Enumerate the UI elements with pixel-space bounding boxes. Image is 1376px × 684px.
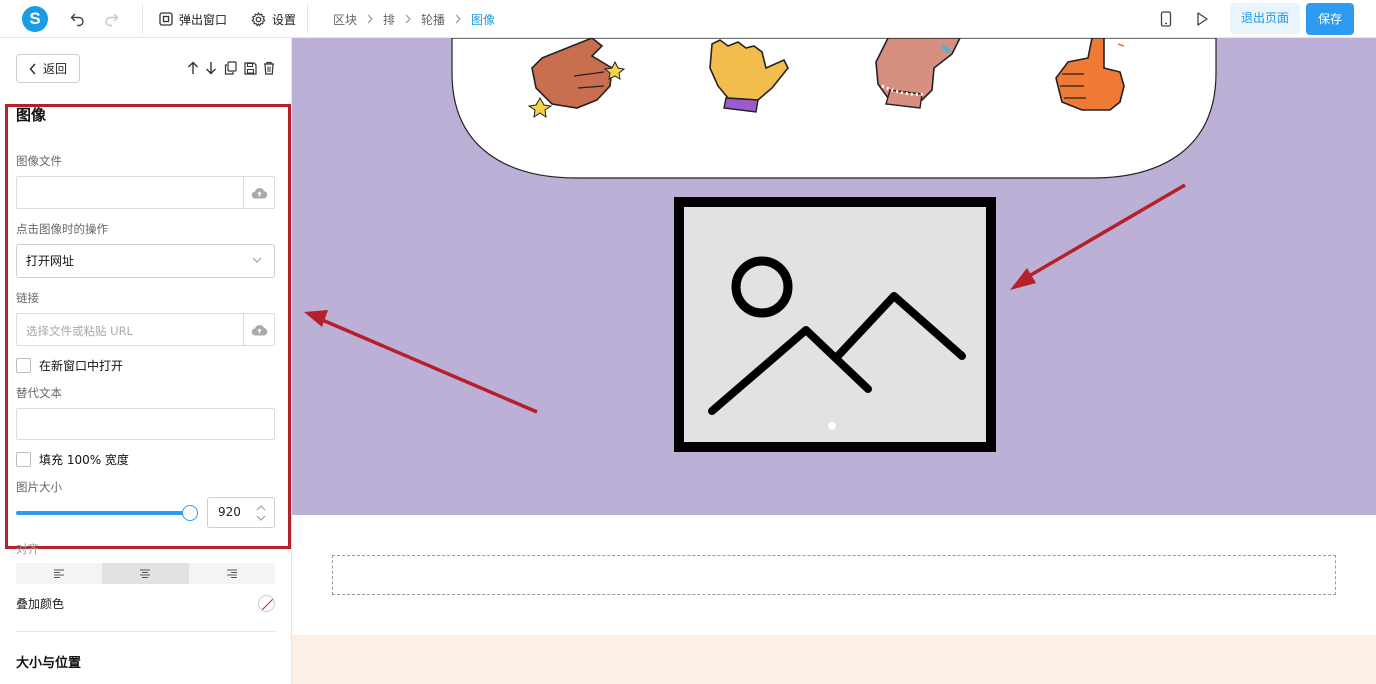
image-size-label: 图片大小 [16, 480, 62, 494]
chevron-down-icon [252, 257, 262, 263]
move-up-icon[interactable] [185, 60, 201, 76]
link-input[interactable]: 选择文件或粘贴 URL [16, 313, 275, 346]
exit-page-button[interactable]: 退出页面 [1230, 3, 1300, 34]
toolbar-divider [307, 4, 308, 34]
cloud-upload-icon[interactable] [243, 314, 274, 345]
back-button[interactable]: 返回 [16, 54, 80, 83]
new-window-checkbox[interactable] [16, 357, 31, 373]
gear-icon [251, 11, 266, 27]
fill-width-checkbox[interactable] [16, 451, 31, 467]
section-title-size-position: 大小与位置 [16, 656, 82, 671]
section-divider [16, 631, 275, 632]
chevron-right-icon [405, 14, 411, 24]
image-size-value: 920 [218, 505, 241, 519]
new-window-label: 在新窗口中打开 [39, 358, 124, 373]
next-section[interactable] [292, 635, 1376, 684]
popup-button[interactable]: 弹出窗口 [159, 9, 227, 29]
image-size-slider[interactable] [16, 511, 190, 515]
click-action-value: 打开网址 [26, 254, 75, 268]
stepper-arrows-icon[interactable] [255, 503, 267, 523]
align-right-button[interactable] [189, 563, 275, 584]
duplicate-icon[interactable] [222, 60, 238, 76]
carousel-dot-indicator [828, 422, 836, 430]
click-action-select[interactable]: 打开网址 [16, 244, 275, 278]
breadcrumb-item[interactable]: 排 [383, 11, 395, 28]
chevron-right-icon [367, 14, 373, 24]
new-window-option[interactable]: 在新窗口中打开 [16, 357, 123, 373]
popup-label: 弹出窗口 [179, 12, 228, 27]
alt-text-input[interactable] [16, 408, 275, 440]
cloud-upload-icon[interactable] [243, 177, 274, 208]
app-logo[interactable]: S [22, 6, 48, 32]
chevron-right-icon [455, 14, 461, 24]
fill-width-option[interactable]: 填充 100% 宽度 [16, 451, 129, 467]
alt-text-label: 替代文本 [16, 386, 62, 400]
chevron-left-icon [29, 62, 36, 75]
align-right-icon [226, 569, 237, 578]
image-size-input[interactable]: 920 [207, 497, 275, 528]
link-placeholder: 选择文件或粘贴 URL [26, 324, 133, 338]
section-title-image: 图像 [16, 106, 47, 124]
mobile-preview-icon[interactable] [1156, 9, 1176, 29]
breadcrumb: 区块 排 轮播 图像 [333, 11, 495, 27]
annotation-arrow-left [304, 310, 538, 414]
back-label: 返回 [42, 62, 67, 76]
carousel-section[interactable] [292, 38, 1376, 515]
undo-icon[interactable] [67, 9, 87, 29]
align-center-icon [140, 569, 151, 578]
delete-icon[interactable] [261, 60, 277, 76]
image-size-slider-handle[interactable] [182, 505, 198, 521]
redo-icon[interactable] [102, 9, 122, 29]
fill-width-label: 填充 100% 宽度 [39, 452, 129, 467]
link-label: 链接 [16, 291, 39, 305]
play-preview-icon[interactable] [1192, 9, 1212, 29]
settings-button[interactable]: 设置 [251, 9, 296, 29]
toolbar-divider [142, 4, 143, 34]
image-placeholder-icon [674, 197, 996, 452]
image-file-label: 图像文件 [16, 154, 62, 168]
empty-block-placeholder[interactable] [332, 555, 1336, 595]
align-center-button[interactable] [102, 563, 189, 584]
align-left-icon [54, 569, 65, 578]
overlay-color-label: 叠加颜色 [16, 597, 65, 611]
top-toolbar: S 弹出窗口 设置 区块 排 轮播 图像 退出页面 保存 [0, 0, 1376, 38]
settings-label: 设置 [272, 12, 297, 27]
image-file-field[interactable] [16, 176, 275, 209]
no-color-swatch[interactable] [258, 595, 275, 612]
breadcrumb-item[interactable]: 轮播 [421, 11, 445, 28]
save-button[interactable]: 保存 [1306, 3, 1354, 35]
carousel-illustration [304, 38, 1217, 452]
align-options [16, 563, 275, 584]
page-canvas [292, 38, 1376, 684]
move-down-icon[interactable] [203, 60, 219, 76]
click-action-label: 点击图像时的操作 [16, 222, 108, 236]
breadcrumb-current: 图像 [471, 12, 496, 27]
breadcrumb-item[interactable]: 区块 [333, 11, 357, 28]
align-label: 对齐 [16, 542, 39, 556]
popup-icon [159, 12, 173, 26]
properties-panel: 返回 图像 图像文件 点击图像时的操作 打开网址 链接 选择文件或粘贴 URL … [0, 38, 292, 684]
save-block-icon[interactable] [242, 60, 258, 76]
image-size-slider-fill [16, 511, 190, 515]
annotation-arrow-right [1010, 183, 1186, 290]
align-left-button[interactable] [16, 563, 102, 584]
